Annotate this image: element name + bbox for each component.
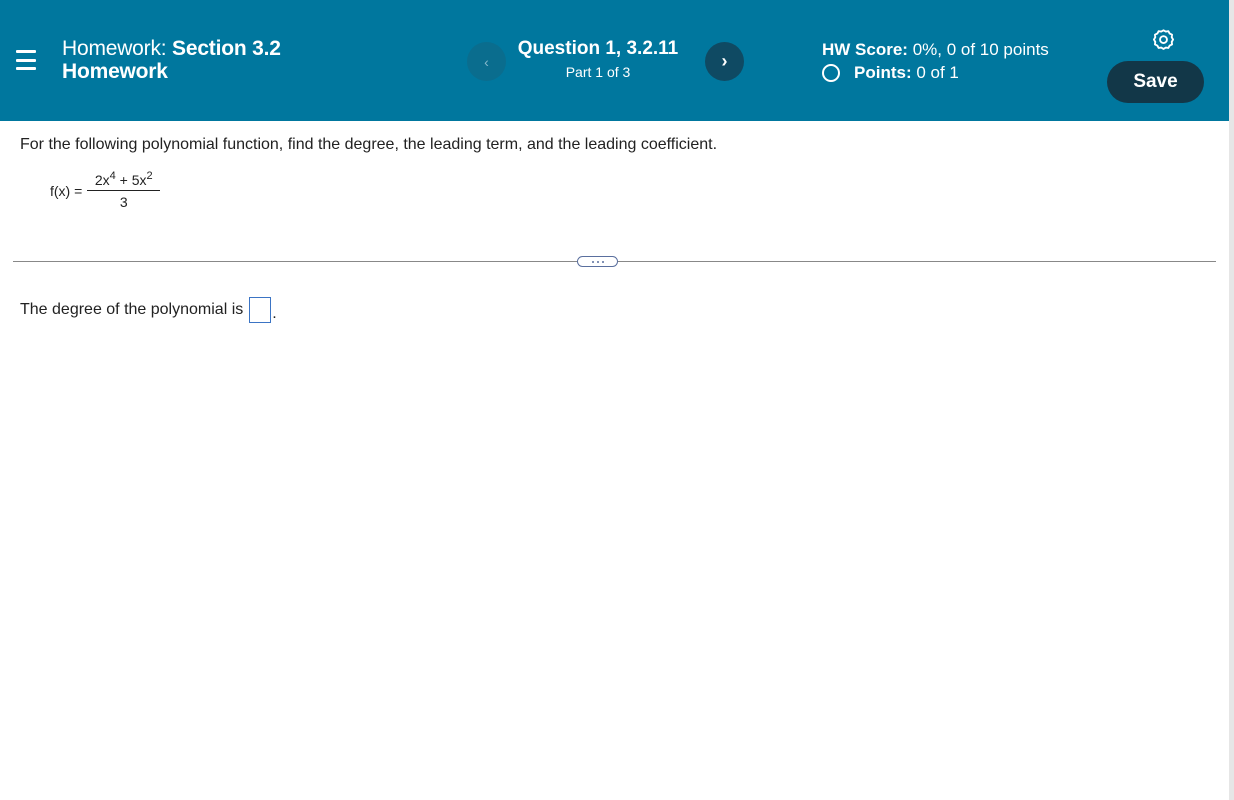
formula-numerator: 2x4 + 5x2 bbox=[94, 170, 153, 189]
polynomial-formula: f(x) = 2x4 + 5x2 3 bbox=[50, 170, 161, 210]
scrollbar-track[interactable] bbox=[1229, 0, 1234, 800]
previous-question-button[interactable]: ‹ bbox=[467, 42, 506, 81]
question-info: Question 1, 3.2.11 Part 1 of 3 bbox=[508, 38, 688, 81]
degree-answer-input[interactable] bbox=[249, 297, 272, 323]
answer-row: The degree of the polynomial is . bbox=[20, 297, 277, 323]
points-label: Points: bbox=[854, 63, 912, 82]
hw-score-label: HW Score: bbox=[822, 40, 908, 59]
points-value: 0 of 1 bbox=[916, 63, 959, 82]
next-question-button[interactable]: › bbox=[705, 42, 744, 81]
answer-prompt: The degree of the polynomial is bbox=[20, 301, 244, 318]
question-instructions: For the following polynomial function, f… bbox=[20, 136, 718, 153]
formula-denominator: 3 bbox=[119, 194, 128, 210]
score-info: HW Score: 0%, 0 of 10 points Points: 0 o… bbox=[822, 39, 1049, 84]
top-header: Homework: Section 3.2 Homework ‹ Questio… bbox=[0, 0, 1229, 121]
ellipsis-icon[interactable] bbox=[577, 256, 618, 267]
hw-score-value: 0%, 0 of 10 points bbox=[912, 40, 1049, 59]
gear-icon[interactable] bbox=[1151, 28, 1176, 53]
formula-fraction: 2x4 + 5x2 3 bbox=[87, 170, 161, 210]
chevron-right-icon: › bbox=[721, 51, 728, 71]
points-status-icon bbox=[822, 64, 840, 82]
save-button[interactable]: Save bbox=[1107, 61, 1204, 103]
title-rest: Homework bbox=[62, 60, 168, 83]
chevron-left-icon: ‹ bbox=[484, 53, 489, 70]
homework-title: Homework: Section 3.2 Homework bbox=[62, 37, 281, 83]
title-section: Section 3.2 bbox=[172, 37, 281, 60]
answer-suffix: . bbox=[272, 305, 277, 322]
question-part: Part 1 of 3 bbox=[565, 64, 631, 80]
question-title: Question 1, 3.2.11 bbox=[517, 38, 679, 59]
formula-lhs: f(x) = bbox=[50, 183, 83, 199]
hamburger-menu-icon[interactable] bbox=[14, 48, 38, 72]
title-prefix: Homework: bbox=[62, 37, 167, 60]
